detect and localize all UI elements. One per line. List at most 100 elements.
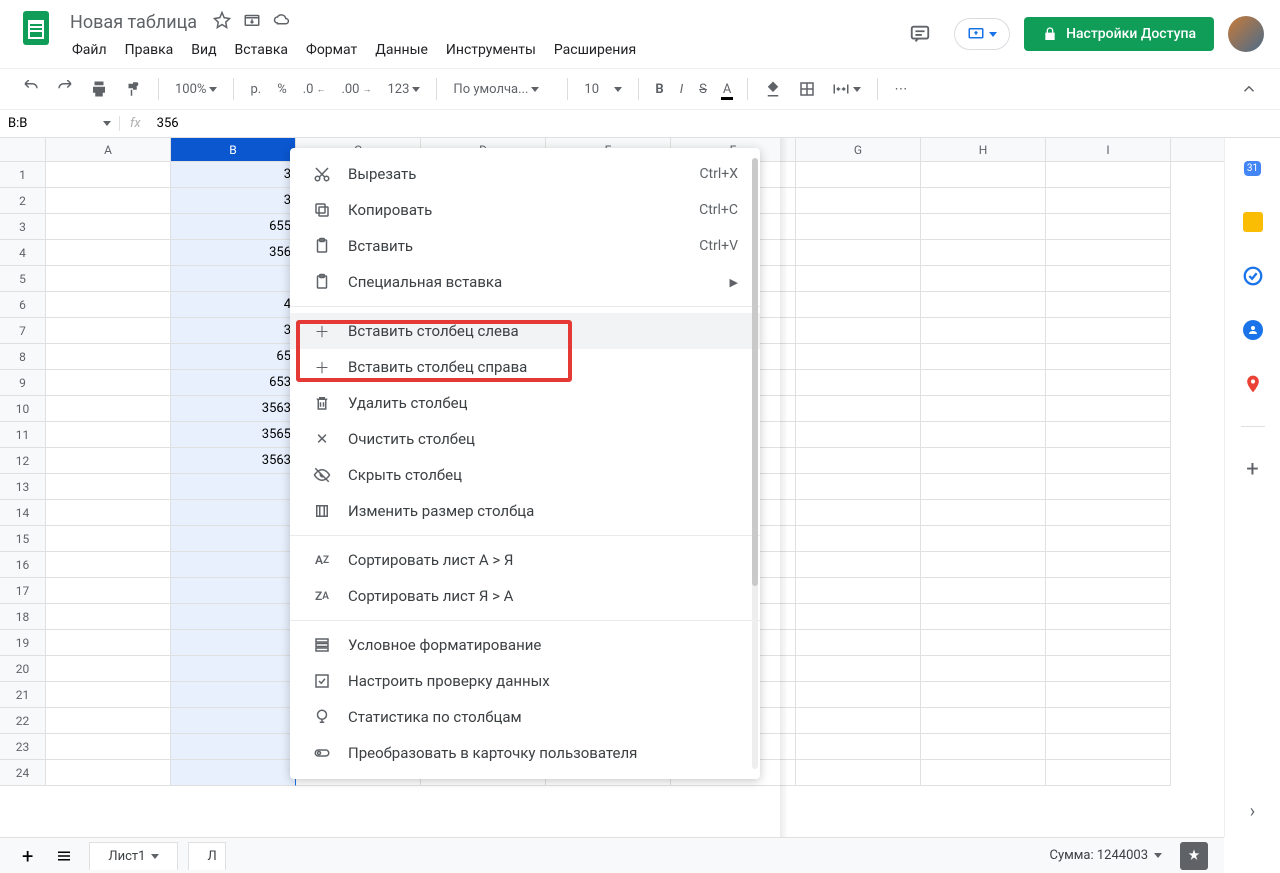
cell-B8[interactable]: 65 — [171, 344, 296, 370]
cm-sort-za[interactable]: ZAСортировать лист Я > А — [290, 578, 760, 614]
status-summary[interactable]: Сумма: 1244003 — [1042, 844, 1170, 867]
number-format-btn[interactable]: 123 — [382, 78, 427, 101]
add-sheet-btn[interactable]: + — [16, 840, 39, 872]
strike-btn[interactable]: S — [693, 78, 713, 101]
maps-icon[interactable] — [1241, 372, 1265, 396]
doc-title[interactable]: Новая таблица — [64, 10, 203, 35]
cell-A15[interactable] — [46, 526, 171, 552]
cell-G22[interactable] — [796, 708, 921, 734]
cell-A3[interactable] — [46, 214, 171, 240]
user-avatar[interactable] — [1228, 16, 1264, 52]
cell-A22[interactable] — [46, 708, 171, 734]
cell-I6[interactable] — [1046, 292, 1171, 318]
cell-I9[interactable] — [1046, 370, 1171, 396]
cm-data-validation[interactable]: Настроить проверку данных — [290, 663, 760, 699]
cell-H22[interactable] — [921, 708, 1046, 734]
cell-B2[interactable]: 3 — [171, 188, 296, 214]
cm-cond-format[interactable]: Условное форматирование — [290, 627, 760, 663]
cm-paste[interactable]: ВставитьCtrl+V — [290, 228, 760, 264]
cell-G19[interactable] — [796, 630, 921, 656]
row-header-19[interactable]: 19 — [0, 630, 46, 656]
row-header-23[interactable]: 23 — [0, 734, 46, 760]
row-header-6[interactable]: 6 — [0, 292, 46, 318]
row-header-12[interactable]: 12 — [0, 448, 46, 474]
cell-I17[interactable] — [1046, 578, 1171, 604]
row-header-14[interactable]: 14 — [0, 500, 46, 526]
collapse-toolbar-icon[interactable] — [1234, 76, 1264, 102]
cell-G2[interactable] — [796, 188, 921, 214]
cell-B22[interactable] — [171, 708, 296, 734]
cell-H17[interactable] — [921, 578, 1046, 604]
percent-btn[interactable]: % — [271, 78, 293, 101]
col-header-G[interactable]: G — [796, 138, 921, 161]
cell-I10[interactable] — [1046, 396, 1171, 422]
merge-btn[interactable] — [826, 76, 867, 102]
redo-icon[interactable] — [50, 76, 80, 102]
cell-H2[interactable] — [921, 188, 1046, 214]
tasks-icon[interactable] — [1241, 264, 1265, 288]
cell-B21[interactable] — [171, 682, 296, 708]
row-header-17[interactable]: 17 — [0, 578, 46, 604]
cell-A12[interactable] — [46, 448, 171, 474]
menu-edit[interactable]: Правка — [117, 38, 182, 62]
cell-G7[interactable] — [796, 318, 921, 344]
menu-extensions[interactable]: Расширения — [546, 38, 644, 62]
cell-H23[interactable] — [921, 734, 1046, 760]
cell-G21[interactable] — [796, 682, 921, 708]
cm-hide-col[interactable]: Скрыть столбец — [290, 457, 760, 493]
cell-B24[interactable] — [171, 760, 296, 786]
cell-G13[interactable] — [796, 474, 921, 500]
menu-data[interactable]: Данные — [367, 38, 436, 62]
cell-G9[interactable] — [796, 370, 921, 396]
cell-I13[interactable] — [1046, 474, 1171, 500]
menu-insert[interactable]: Вставка — [227, 38, 296, 62]
row-header-15[interactable]: 15 — [0, 526, 46, 552]
dec-decrease-btn[interactable]: .0← — [297, 78, 332, 101]
cell-A24[interactable] — [46, 760, 171, 786]
cell-G14[interactable] — [796, 500, 921, 526]
cell-B19[interactable] — [171, 630, 296, 656]
cell-I11[interactable] — [1046, 422, 1171, 448]
col-header-B[interactable]: B — [171, 138, 296, 161]
present-button[interactable] — [954, 18, 1010, 50]
row-header-5[interactable]: 5 — [0, 266, 46, 292]
cm-sort-az[interactable]: AZСортировать лист А > Я — [290, 542, 760, 578]
cm-col-stats[interactable]: Статистика по столбцам — [290, 699, 760, 735]
cell-H3[interactable] — [921, 214, 1046, 240]
formula-input[interactable]: 356 — [151, 116, 1280, 131]
cell-G24[interactable] — [796, 760, 921, 786]
cell-H24[interactable] — [921, 760, 1046, 786]
cell-H16[interactable] — [921, 552, 1046, 578]
cell-A7[interactable] — [46, 318, 171, 344]
cell-G5[interactable] — [796, 266, 921, 292]
cell-A10[interactable] — [46, 396, 171, 422]
contacts-icon[interactable] — [1241, 318, 1265, 342]
zoom-select[interactable]: 100% — [169, 78, 223, 101]
cm-insert-col-right[interactable]: ＋Вставить столбец справа — [290, 349, 760, 385]
font-size-select[interactable]: 10 — [578, 78, 628, 101]
keep-icon[interactable] — [1241, 210, 1265, 234]
cell-I23[interactable] — [1046, 734, 1171, 760]
menu-file[interactable]: Файл — [64, 38, 115, 62]
cell-I16[interactable] — [1046, 552, 1171, 578]
cell-G8[interactable] — [796, 344, 921, 370]
cell-A2[interactable] — [46, 188, 171, 214]
cell-A8[interactable] — [46, 344, 171, 370]
row-header-2[interactable]: 2 — [0, 188, 46, 214]
cell-B1[interactable]: 3 — [171, 162, 296, 188]
cm-cut[interactable]: ВырезатьCtrl+X — [290, 156, 760, 192]
cell-A5[interactable] — [46, 266, 171, 292]
row-header-10[interactable]: 10 — [0, 396, 46, 422]
row-header-3[interactable]: 3 — [0, 214, 46, 240]
col-header-I[interactable]: I — [1046, 138, 1171, 161]
cell-B5[interactable] — [171, 266, 296, 292]
more-toolbar-btn[interactable]: ⋯ — [888, 78, 913, 101]
menu-view[interactable]: Вид — [183, 38, 224, 62]
cell-I14[interactable] — [1046, 500, 1171, 526]
cell-G1[interactable] — [796, 162, 921, 188]
cell-G23[interactable] — [796, 734, 921, 760]
cell-I1[interactable] — [1046, 162, 1171, 188]
cell-H19[interactable] — [921, 630, 1046, 656]
row-header-9[interactable]: 9 — [0, 370, 46, 396]
cell-A14[interactable] — [46, 500, 171, 526]
